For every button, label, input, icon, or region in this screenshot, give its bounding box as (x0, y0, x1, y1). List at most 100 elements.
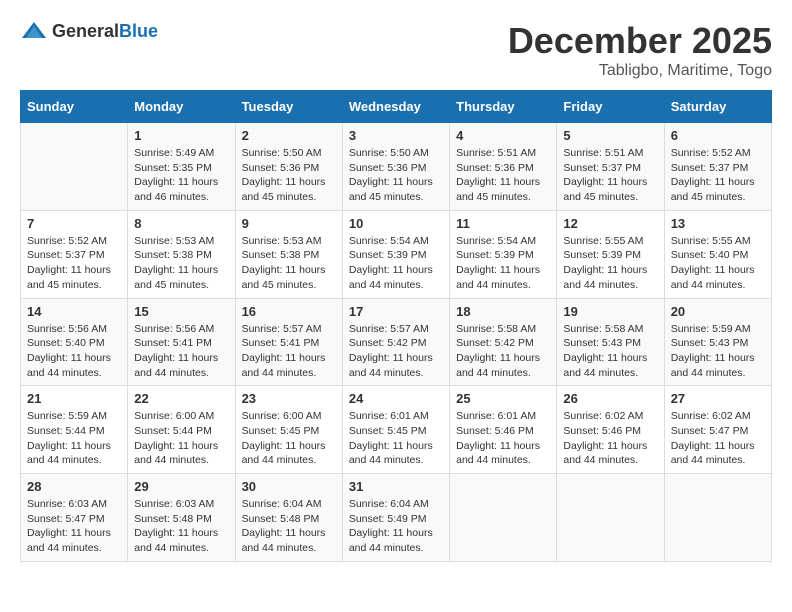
calendar-week-5: 28 Sunrise: 6:03 AMSunset: 5:47 PMDayligh… (21, 474, 772, 562)
day-number: 16 (242, 304, 336, 319)
cell-info: Sunrise: 5:51 AMSunset: 5:36 PMDaylight:… (456, 146, 550, 205)
calendar-cell: 2Sunrise: 5:50 AMSunset: 5:36 PMDaylight… (235, 123, 342, 211)
calendar-cell: 26Sunrise: 6:02 AMSunset: 5:46 PMDayligh… (557, 386, 664, 474)
calendar-cell: 27Sunrise: 6:02 AMSunset: 5:47 PMDayligh… (664, 386, 771, 474)
calendar-week-1: 1 Sunrise: 5:49 AMSunset: 5:35 PMDaylight… (21, 123, 772, 211)
cell-info: Sunrise: 6:01 AMSunset: 5:46 PMDaylight:… (456, 409, 550, 468)
calendar-cell: 24 Sunrise: 6:01 AMSunset: 5:45 PMDayligh… (342, 386, 449, 474)
calendar-cell: 20Sunrise: 5:59 AMSunset: 5:43 PMDayligh… (664, 298, 771, 386)
cell-info: Sunrise: 5:56 AMSunset: 5:40 PMDaylight:… (27, 322, 121, 381)
cell-info: Sunrise: 5:50 AMSunset: 5:36 PMDaylight:… (242, 146, 336, 205)
cell-info: Sunrise: 5:54 AMSunset: 5:39 PMDaylight:… (349, 234, 443, 293)
day-number: 15 (134, 304, 228, 319)
day-number: 29 (134, 479, 228, 494)
calendar-cell: 5Sunrise: 5:51 AMSunset: 5:37 PMDaylight… (557, 123, 664, 211)
cell-info: Sunrise: 6:00 AMSunset: 5:44 PMDaylight:… (134, 409, 228, 468)
calendar-cell: 16Sunrise: 5:57 AMSunset: 5:41 PMDayligh… (235, 298, 342, 386)
cell-info: Sunrise: 6:03 AMSunset: 5:48 PMDaylight:… (134, 497, 228, 556)
calendar-cell (21, 123, 128, 211)
day-number: 17 (349, 304, 443, 319)
day-number: 27 (671, 391, 765, 406)
day-number: 25 (456, 391, 550, 406)
calendar-cell: 10 Sunrise: 5:54 AMSunset: 5:39 PMDayligh… (342, 210, 449, 298)
day-number: 7 (27, 216, 121, 231)
logo-text: GeneralBlue (52, 21, 158, 42)
header-tuesday: Tuesday (235, 91, 342, 123)
cell-info: Sunrise: 5:58 AMSunset: 5:43 PMDaylight:… (563, 322, 657, 381)
day-number: 24 (349, 391, 443, 406)
calendar-cell: 11 Sunrise: 5:54 AMSunset: 5:39 PMDayligh… (450, 210, 557, 298)
calendar-cell (664, 474, 771, 562)
calendar-cell: 8 Sunrise: 5:53 AMSunset: 5:38 PMDaylight… (128, 210, 235, 298)
cell-info: Sunrise: 5:53 AMSunset: 5:38 PMDaylight:… (134, 234, 228, 293)
day-number: 9 (242, 216, 336, 231)
cell-info: Sunrise: 5:59 AMSunset: 5:44 PMDaylight:… (27, 409, 121, 468)
header-wednesday: Wednesday (342, 91, 449, 123)
calendar-cell: 31 Sunrise: 6:04 AMSunset: 5:49 PMDayligh… (342, 474, 449, 562)
calendar-cell: 22 Sunrise: 6:00 AMSunset: 5:44 PMDayligh… (128, 386, 235, 474)
page-header: GeneralBlue December 2025 Tabligbo, Mari… (20, 20, 772, 80)
calendar-cell: 30Sunrise: 6:04 AMSunset: 5:48 PMDayligh… (235, 474, 342, 562)
day-number: 22 (134, 391, 228, 406)
calendar-week-2: 7 Sunrise: 5:52 AMSunset: 5:37 PMDaylight… (21, 210, 772, 298)
calendar-week-3: 14Sunrise: 5:56 AMSunset: 5:40 PMDayligh… (21, 298, 772, 386)
header-sunday: Sunday (21, 91, 128, 123)
day-number: 3 (349, 128, 443, 143)
calendar-cell: 9 Sunrise: 5:53 AMSunset: 5:38 PMDaylight… (235, 210, 342, 298)
logo-blue: Blue (119, 21, 158, 41)
day-number: 19 (563, 304, 657, 319)
header-thursday: Thursday (450, 91, 557, 123)
day-number: 18 (456, 304, 550, 319)
header-saturday: Saturday (664, 91, 771, 123)
cell-info: Sunrise: 5:49 AMSunset: 5:35 PMDaylight:… (134, 146, 228, 205)
calendar-cell: 28 Sunrise: 6:03 AMSunset: 5:47 PMDayligh… (21, 474, 128, 562)
calendar-cell: 13 Sunrise: 5:55 AMSunset: 5:40 PMDayligh… (664, 210, 771, 298)
day-number: 10 (349, 216, 443, 231)
calendar-cell: 7 Sunrise: 5:52 AMSunset: 5:37 PMDaylight… (21, 210, 128, 298)
calendar-cell: 18Sunrise: 5:58 AMSunset: 5:42 PMDayligh… (450, 298, 557, 386)
day-number: 23 (242, 391, 336, 406)
day-number: 13 (671, 216, 765, 231)
cell-info: Sunrise: 5:57 AMSunset: 5:42 PMDaylight:… (349, 322, 443, 381)
cell-info: Sunrise: 5:53 AMSunset: 5:38 PMDaylight:… (242, 234, 336, 293)
calendar-cell: 19 Sunrise: 5:58 AMSunset: 5:43 PMDayligh… (557, 298, 664, 386)
logo: GeneralBlue (20, 20, 158, 42)
cell-info: Sunrise: 5:56 AMSunset: 5:41 PMDaylight:… (134, 322, 228, 381)
calendar-table: SundayMondayTuesdayWednesdayThursdayFrid… (20, 90, 772, 562)
cell-info: Sunrise: 5:52 AMSunset: 5:37 PMDaylight:… (27, 234, 121, 293)
cell-info: Sunrise: 6:04 AMSunset: 5:49 PMDaylight:… (349, 497, 443, 556)
day-number: 28 (27, 479, 121, 494)
calendar-header-row: SundayMondayTuesdayWednesdayThursdayFrid… (21, 91, 772, 123)
logo-general: General (52, 21, 119, 41)
calendar-cell: 29 Sunrise: 6:03 AMSunset: 5:48 PMDayligh… (128, 474, 235, 562)
header-friday: Friday (557, 91, 664, 123)
calendar-cell: 3 Sunrise: 5:50 AMSunset: 5:36 PMDaylight… (342, 123, 449, 211)
cell-info: Sunrise: 6:03 AMSunset: 5:47 PMDaylight:… (27, 497, 121, 556)
day-number: 8 (134, 216, 228, 231)
day-number: 4 (456, 128, 550, 143)
cell-info: Sunrise: 6:01 AMSunset: 5:45 PMDaylight:… (349, 409, 443, 468)
cell-info: Sunrise: 5:50 AMSunset: 5:36 PMDaylight:… (349, 146, 443, 205)
cell-info: Sunrise: 5:55 AMSunset: 5:39 PMDaylight:… (563, 234, 657, 293)
calendar-cell: 23Sunrise: 6:00 AMSunset: 5:45 PMDayligh… (235, 386, 342, 474)
calendar-cell: 17 Sunrise: 5:57 AMSunset: 5:42 PMDayligh… (342, 298, 449, 386)
calendar-cell (557, 474, 664, 562)
day-number: 11 (456, 216, 550, 231)
calendar-cell: 15 Sunrise: 5:56 AMSunset: 5:41 PMDayligh… (128, 298, 235, 386)
day-number: 31 (349, 479, 443, 494)
cell-info: Sunrise: 5:54 AMSunset: 5:39 PMDaylight:… (456, 234, 550, 293)
day-number: 21 (27, 391, 121, 406)
day-number: 5 (563, 128, 657, 143)
calendar-week-4: 21 Sunrise: 5:59 AMSunset: 5:44 PMDayligh… (21, 386, 772, 474)
day-number: 26 (563, 391, 657, 406)
logo-icon (20, 20, 48, 42)
cell-info: Sunrise: 5:55 AMSunset: 5:40 PMDaylight:… (671, 234, 765, 293)
calendar-cell: 14Sunrise: 5:56 AMSunset: 5:40 PMDayligh… (21, 298, 128, 386)
cell-info: Sunrise: 5:59 AMSunset: 5:43 PMDaylight:… (671, 322, 765, 381)
calendar-cell: 12 Sunrise: 5:55 AMSunset: 5:39 PMDayligh… (557, 210, 664, 298)
day-number: 1 (134, 128, 228, 143)
calendar-cell: 21 Sunrise: 5:59 AMSunset: 5:44 PMDayligh… (21, 386, 128, 474)
cell-info: Sunrise: 5:52 AMSunset: 5:37 PMDaylight:… (671, 146, 765, 205)
title-block: December 2025 Tabligbo, Maritime, Togo (508, 20, 772, 80)
day-number: 12 (563, 216, 657, 231)
